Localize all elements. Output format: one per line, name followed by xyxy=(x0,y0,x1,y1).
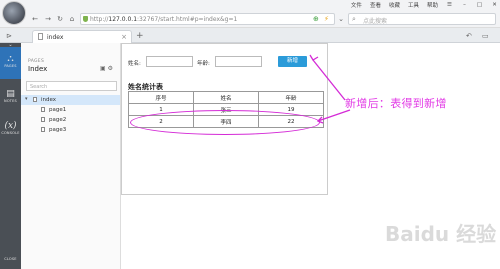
user-avatar[interactable] xyxy=(2,1,26,25)
watermark: Baidu 经验 xyxy=(385,222,497,246)
highlight-ellipse xyxy=(130,110,320,135)
arrow-to-row xyxy=(317,109,351,122)
arrow-to-button xyxy=(312,59,346,101)
annotation-text: 新增后：表得到新增 xyxy=(345,97,447,110)
arrowhead xyxy=(309,54,319,61)
